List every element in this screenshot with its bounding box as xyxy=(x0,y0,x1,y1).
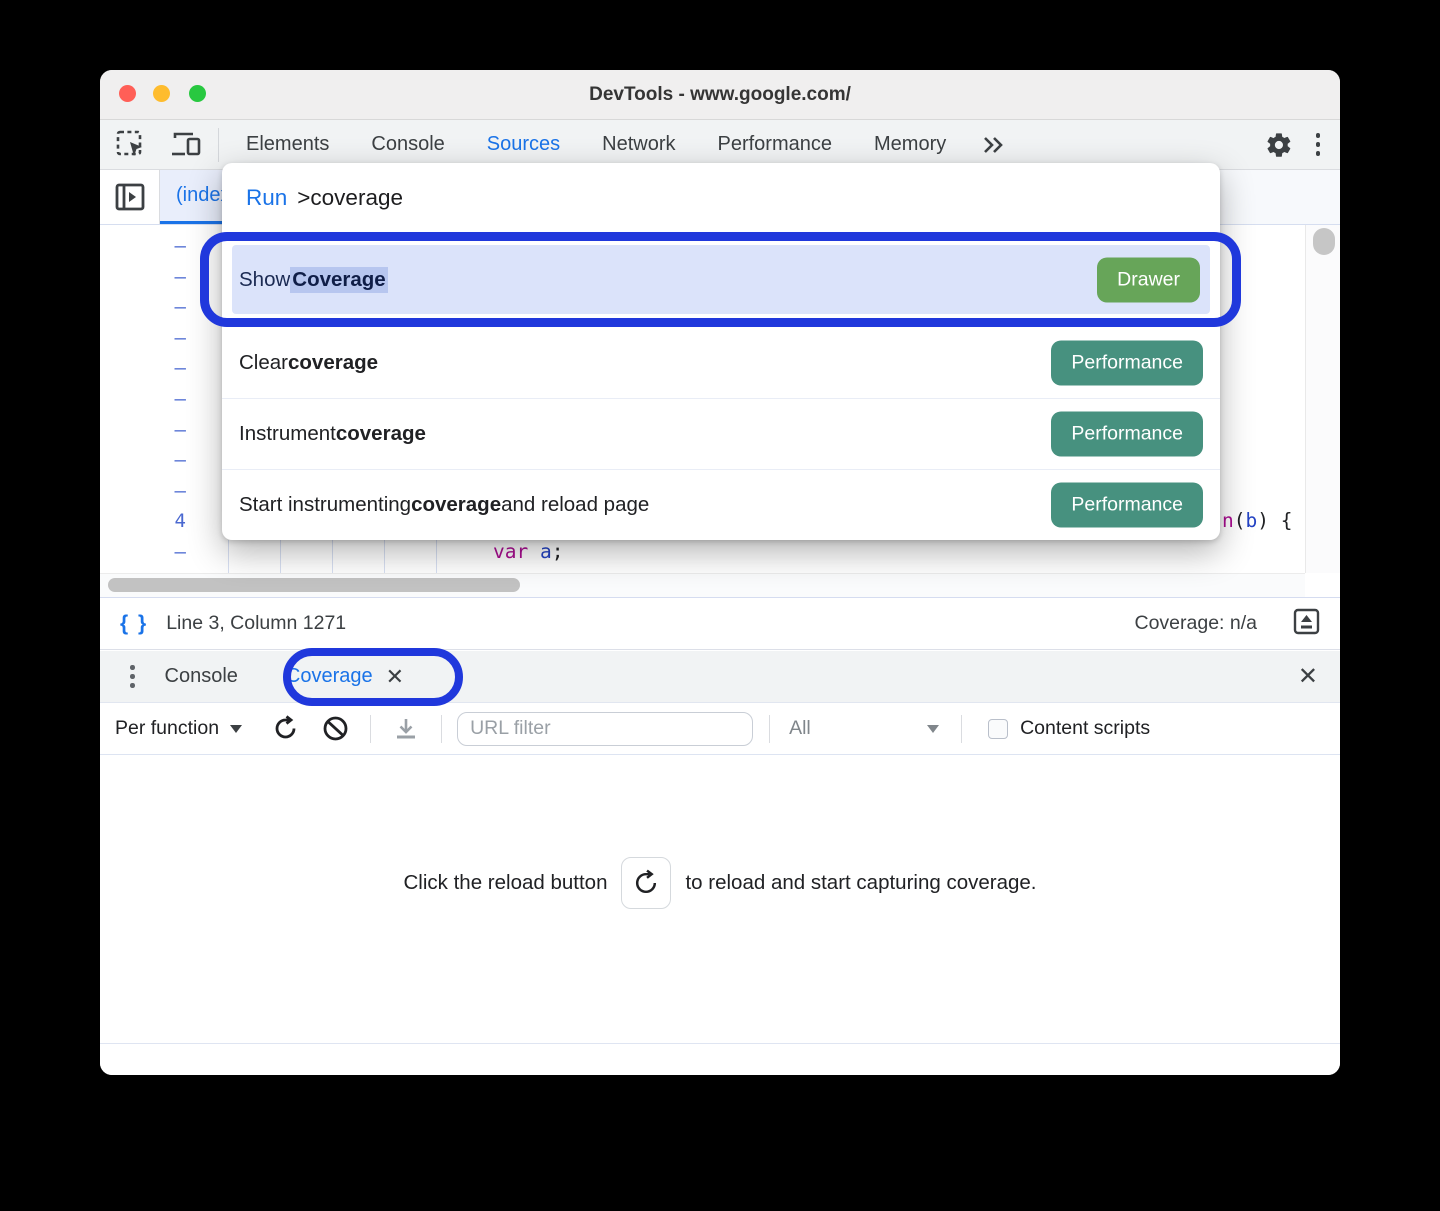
indent-guide xyxy=(384,540,385,573)
indent-guide xyxy=(332,540,333,573)
gutter-line-marker[interactable]: – xyxy=(100,353,188,383)
run-label: Run xyxy=(246,185,287,211)
url-filter-input[interactable] xyxy=(457,712,753,746)
palette-item-show-coverage[interactable]: Show Coverage Drawer xyxy=(232,245,1210,314)
code-line-5: var a; xyxy=(493,537,563,567)
coverage-type-dropdown-icon xyxy=(230,725,242,733)
drawer-close-icon[interactable]: ✕ xyxy=(1298,662,1318,691)
gutter-line-marker[interactable]: – xyxy=(100,231,188,261)
open-drawer-icon[interactable] xyxy=(1293,608,1320,640)
tabbar-right-group xyxy=(1262,127,1341,162)
indent-guide xyxy=(228,540,229,573)
hscroll-thumb[interactable] xyxy=(108,578,520,592)
device-toolbar-icon[interactable] xyxy=(170,128,204,162)
coverage-tab-close-icon[interactable]: ✕ xyxy=(386,664,404,690)
item-text: Show xyxy=(239,268,290,292)
settings-gear-icon[interactable] xyxy=(1262,128,1296,162)
gutter-line-marker[interactable]: – xyxy=(100,476,188,506)
palette-item-clear-coverage[interactable]: Clear coverage Performance xyxy=(222,327,1220,398)
tab-console[interactable]: Console xyxy=(350,120,465,169)
coverage-message-before: Click the reload button xyxy=(404,871,608,895)
item-match: coverage xyxy=(411,493,501,517)
drawer-menu-kebab-icon[interactable] xyxy=(124,659,141,694)
command-input[interactable]: Run >coverage xyxy=(222,163,1220,232)
indent-guide xyxy=(280,540,281,573)
inspect-element-icon[interactable] xyxy=(114,128,148,162)
titlebar: DevTools - www.google.com/ xyxy=(100,70,1340,120)
panel-tabs: Elements Console Sources Network Perform… xyxy=(225,120,1019,169)
item-match: Coverage xyxy=(290,267,387,293)
palette-item-start-instrumenting[interactable]: Start instrumenting coverage and reload … xyxy=(222,469,1220,540)
more-tabs-icon[interactable] xyxy=(967,136,1019,154)
drawer-tab-coverage-label: Coverage xyxy=(286,665,373,688)
gutter-line-marker[interactable]: – xyxy=(100,262,188,292)
gutter-line-marker[interactable]: – xyxy=(100,384,188,414)
coverage-panel-content: Click the reload button to reload and st… xyxy=(100,755,1340,1043)
editor-vertical-scrollbar[interactable] xyxy=(1305,225,1340,573)
coverage-type-label: Per function xyxy=(115,717,219,740)
toolbar-icon-group xyxy=(100,128,219,162)
coverage-message-after: to reload and start capturing coverage. xyxy=(685,871,1036,895)
tab-performance[interactable]: Performance xyxy=(697,120,854,169)
content-scripts-label: Content scripts xyxy=(1020,717,1150,740)
vscroll-thumb[interactable] xyxy=(1313,228,1335,255)
pretty-print-icon[interactable]: { } xyxy=(120,612,148,636)
drawer-tab-coverage[interactable]: Coverage ✕ xyxy=(262,651,416,702)
drawer-footer xyxy=(100,1043,1340,1075)
gutter-line-marker[interactable]: 4 xyxy=(100,506,188,536)
start-reload-icon[interactable] xyxy=(268,712,302,746)
tab-sources[interactable]: Sources xyxy=(466,120,581,169)
tab-network[interactable]: Network xyxy=(581,120,696,169)
editor-horizontal-scrollbar[interactable] xyxy=(100,573,1305,597)
drawer-tab-console[interactable]: Console xyxy=(141,651,262,702)
coverage-type-select[interactable]: Per function xyxy=(115,717,242,740)
gutter-line-marker[interactable]: – xyxy=(100,323,188,353)
sources-statusbar: { } Line 3, Column 1271 Coverage: n/a xyxy=(100,597,1340,650)
gutter-line-marker[interactable]: – xyxy=(100,445,188,475)
drawer-tabbar: Console Coverage ✕ ✕ xyxy=(100,651,1340,703)
tab-memory[interactable]: Memory xyxy=(853,120,967,169)
item-text: and reload page xyxy=(501,493,649,517)
export-coverage-icon[interactable] xyxy=(389,712,423,746)
indent-guide xyxy=(436,540,437,573)
item-match: coverage xyxy=(288,351,378,375)
item-text: Start instrumenting xyxy=(239,493,411,517)
item-text: Clear xyxy=(239,351,288,375)
item-text: Instrument xyxy=(239,422,336,446)
item-match: coverage xyxy=(336,422,426,446)
performance-badge: Performance xyxy=(1051,412,1203,457)
command-palette: Run >coverage Show Coverage Drawer Clear… xyxy=(222,163,1220,540)
gutter-line-marker[interactable]: – xyxy=(100,415,188,445)
command-query: >coverage xyxy=(297,185,403,211)
scope-filter-label: All xyxy=(789,717,811,740)
cursor-position: Line 3, Column 1271 xyxy=(166,612,346,635)
message-reload-button[interactable] xyxy=(621,857,671,909)
window-title: DevTools - www.google.com/ xyxy=(100,70,1340,120)
scope-filter-select[interactable]: All xyxy=(789,717,939,740)
drawer-badge: Drawer xyxy=(1097,257,1200,302)
coverage-status: Coverage: n/a xyxy=(1135,612,1258,635)
palette-item-instrument-coverage[interactable]: Instrument coverage Performance xyxy=(222,398,1220,469)
performance-badge: Performance xyxy=(1051,340,1203,385)
tab-elements[interactable]: Elements xyxy=(225,120,350,169)
coverage-toolbar: Per function All xyxy=(100,703,1340,755)
performance-badge: Performance xyxy=(1051,483,1203,528)
code-line-4: n(b) { xyxy=(1222,506,1292,536)
content-scripts-checkbox[interactable] xyxy=(988,719,1008,739)
devtools-window: DevTools - www.google.com/ Elements Cons… xyxy=(100,70,1340,1075)
gutter-line-marker[interactable]: – xyxy=(100,292,188,322)
gutter-line-marker[interactable]: – xyxy=(100,537,188,567)
scope-dropdown-icon xyxy=(927,725,939,733)
navigator-toggle-icon[interactable] xyxy=(100,170,160,224)
main-menu-kebab-icon[interactable] xyxy=(1310,127,1327,162)
clear-coverage-icon[interactable] xyxy=(318,712,352,746)
